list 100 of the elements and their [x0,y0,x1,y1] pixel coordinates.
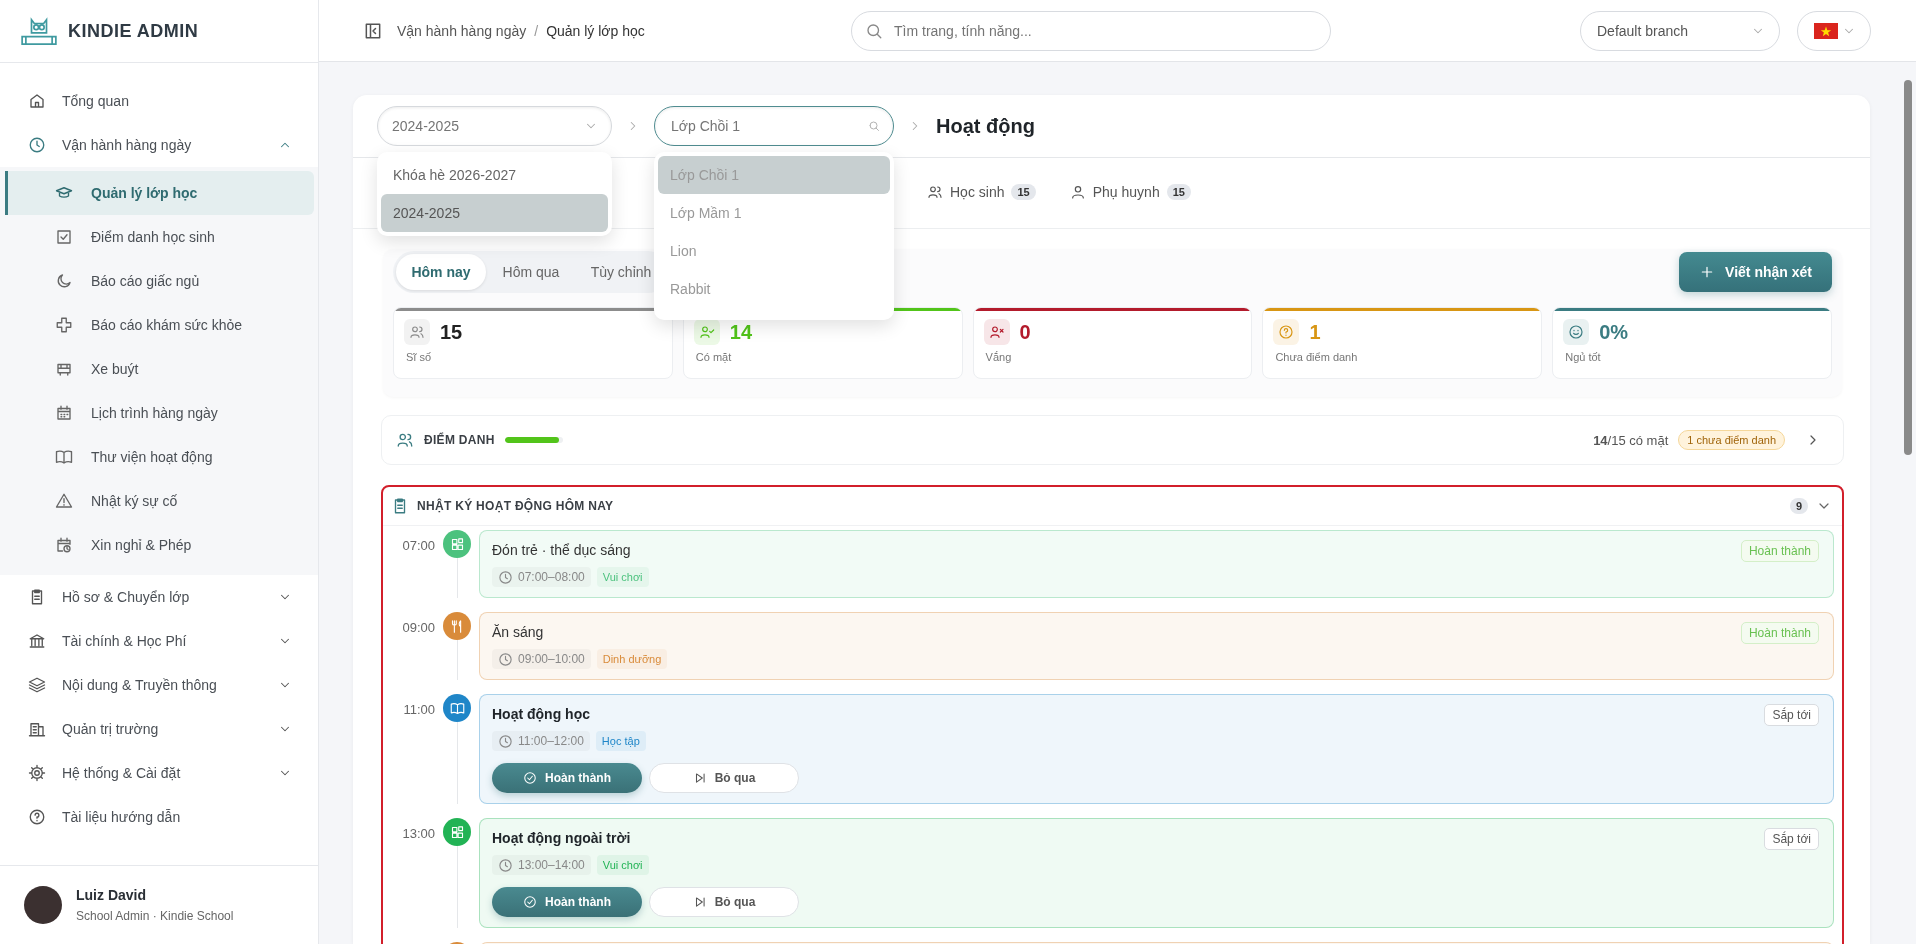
breadcrumb-separator: / [534,22,539,39]
time-label: 07:00 [402,538,435,553]
sidebar-subitem[interactable]: Nhật ký sự cố [5,479,314,523]
user-icon [1069,184,1086,200]
calendar-icon [55,404,73,422]
search-icon [868,120,880,132]
search-icon [865,21,883,40]
status-badge: Sắp tới [1764,704,1819,726]
bank-icon [28,632,46,650]
sidebar-item[interactable]: Quản trị trường [0,707,318,751]
time-range: 13:00–14:00 [518,858,585,872]
sidebar-subitem[interactable]: Điểm danh học sinh [5,215,314,259]
sidebar-item[interactable]: Hệ thống & Cài đặt [0,751,318,795]
settings-icon [28,764,46,782]
category-tag: Vui chơi [596,567,649,587]
category-tag: Dinh dưỡng [596,649,668,669]
sidebar-subitem[interactable]: Xe buýt [5,347,314,391]
sidebar-subitem[interactable]: Báo cáo khám sức khỏe [5,303,314,347]
section-title: ĐIỂM DANH [424,433,495,447]
help-icon [1278,324,1295,340]
activity-title: Hoạt động học [492,705,590,724]
smile-icon [1568,324,1585,340]
skip-button[interactable]: Bỏ qua [649,887,799,917]
complete-button[interactable]: Hoàn thành [492,887,642,917]
time-range: 09:00–10:00 [518,652,585,666]
moon-icon [55,272,73,290]
category-tag: Vui chơi [596,855,649,875]
count-badge: 9 [1789,498,1808,514]
pending-badge: 1 chưa điểm danh [1678,430,1785,450]
clock-icon [28,136,46,154]
app-title: KINDIE ADMIN [68,20,199,42]
layers-icon [28,676,46,694]
skip-button[interactable]: Bỏ qua [649,763,799,793]
page-title: Hoạt động [936,114,1035,138]
dropdown-option[interactable]: Khóa hè 2026-2027 [381,156,608,194]
clock-icon [498,857,513,873]
breadcrumb-link[interactable]: Vận hành hàng ngày [397,22,527,39]
tab[interactable]: Học sinh 15 [927,158,1036,228]
time-label: 11:00 [403,702,435,717]
stat-label: Vắng [984,350,1013,363]
book-icon [55,448,73,466]
progress-bar [504,437,563,443]
user-check-icon [698,324,715,340]
stat-value: 15 [440,320,463,344]
year-select[interactable]: 2024-2025 [377,106,612,146]
attendance-summary: 14/15 có mặt [1593,432,1669,448]
search-field[interactable]: Tìm trang, tính năng... [851,10,1331,51]
time-label: 13:00 [402,826,435,841]
section-title: NHẬT KÝ HOẠT ĐỘNG HÔM NAY [417,499,614,513]
book-icon [449,700,465,716]
date-range-option[interactable]: Hôm qua [486,254,576,290]
time-range: 11:00–12:00 [518,734,584,748]
write-comment-button[interactable]: Viết nhận xét [1679,252,1832,292]
users-icon [409,324,425,340]
stat-value: 0 [1019,320,1031,344]
dropdown-option[interactable]: 2024-2025 [381,194,608,232]
sidebar-item[interactable]: Vận hành hàng ngày [0,123,318,167]
time-range: 07:00–08:00 [518,570,585,584]
sidebar-item[interactable]: Tài chính & Học Phí [0,619,318,663]
activity-title: Ăn sáng [492,623,544,642]
sidebar-item[interactable]: Tài liệu hướng dẫn [0,795,318,839]
sidebar-subitem[interactable]: Quản lý lớp học [5,171,314,215]
activity-title: Hoạt động ngoài trời [492,829,631,848]
warning-icon [55,492,73,510]
grid-icon [449,536,465,552]
time-label: 09:00 [402,620,435,635]
stat-label: Sĩ số [405,350,433,363]
user-x-icon [988,324,1005,340]
stat-value: 0% [1599,320,1629,344]
user-role: School Admin · Kindie School [76,909,234,923]
status-badge: Hoàn thành [1740,540,1819,562]
users-icon [396,431,414,449]
tab[interactable]: Phụ huynh 15 [1069,158,1191,228]
sidebar-item[interactable]: Tổng quan [0,79,318,123]
home-icon [28,92,46,110]
stat-label: Chưa điểm danh [1274,350,1359,363]
status-badge: Sắp tới [1764,828,1819,850]
calendar-clock-icon [55,536,73,554]
help-icon [28,808,46,826]
breadcrumb-link[interactable]: Quản lý lớp học [546,22,645,39]
user-name: Luiz David [76,887,147,903]
stat-value: 14 [729,320,753,344]
sidebar-subitem[interactable]: Báo cáo giấc ngủ [5,259,314,303]
sidebar-item[interactable]: Hồ sơ & Chuyển lớp [0,575,318,619]
clock-icon [498,569,513,585]
count-badge: 15 [1011,184,1036,200]
sidebar-subitem[interactable]: Xin nghỉ & Phép [5,523,314,567]
sidebar-subitem[interactable]: Thư viện hoạt động [5,435,314,479]
activity-title: Đón trẻ · thể dục sáng [492,541,631,560]
sidebar-subitem[interactable]: Lịch trình hàng ngày [5,391,314,435]
flag-icon [1814,22,1838,39]
attendance-bar[interactable]: ĐIỂM DANH 14/15 có mặt 1 chưa điểm danh [381,415,1844,465]
class-select[interactable]: Lớp Chồi 1 [654,106,894,146]
complete-button[interactable]: Hoàn thành [492,763,642,793]
users-icon [927,184,943,200]
status-badge: Hoàn thành [1740,622,1819,644]
stat-label: Ngủ tốt [1564,350,1602,363]
sidebar-item[interactable]: Nội dung & Truyền thông [0,663,318,707]
cross-icon [55,316,73,334]
date-range-option[interactable]: Hôm nay [396,254,486,290]
